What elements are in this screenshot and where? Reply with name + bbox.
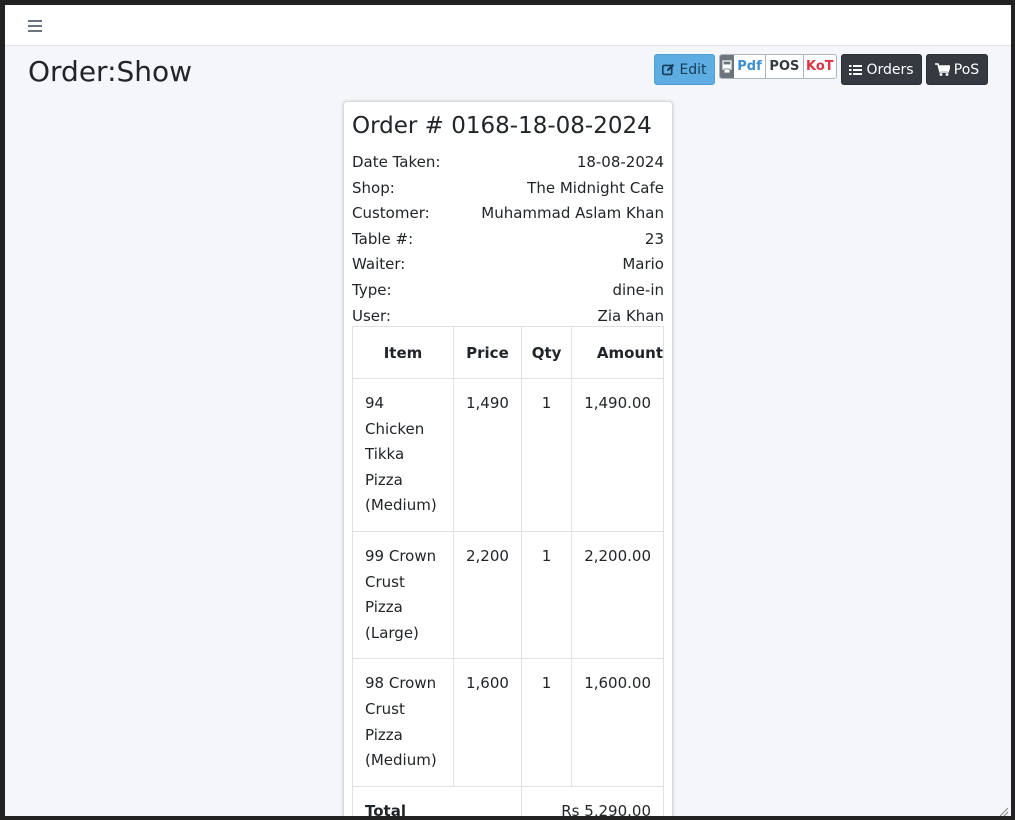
meta-value: 18-08-2024 bbox=[576, 153, 664, 171]
column-header-amount: Amount bbox=[571, 326, 664, 379]
cell-qty: 1 bbox=[520, 658, 573, 787]
print-pos-button[interactable]: POS bbox=[765, 55, 802, 78]
cell-qty: 1 bbox=[520, 530, 573, 660]
table-row: 94 Chicken Tikka Pizza (Medium) 1,490 1 … bbox=[352, 378, 664, 532]
print-kot-button[interactable]: KoT bbox=[802, 55, 836, 78]
print-button-group: Pdf POS KoT bbox=[719, 54, 837, 79]
cart-icon bbox=[934, 63, 950, 76]
cell-price: 1,600 bbox=[452, 658, 522, 787]
order-meta: Date Taken: 18-08-2024 Shop: The Midnigh… bbox=[352, 150, 664, 329]
meta-value: dine-in bbox=[612, 280, 664, 299]
meta-row-waiter: Waiter: Mario bbox=[352, 252, 664, 278]
table-total-row: Total Rs 5,290.00 bbox=[352, 785, 665, 816]
print-icon bbox=[720, 55, 734, 78]
pos-button-label: PoS bbox=[953, 61, 980, 78]
app-window: Order:Show Edit Pdf POS KoT Orders PoS O… bbox=[5, 5, 1011, 816]
orders-button[interactable]: Orders bbox=[841, 54, 922, 85]
edit-button[interactable]: Edit bbox=[654, 54, 715, 85]
meta-row-shop: Shop: The Midnight Cafe bbox=[352, 176, 664, 202]
cell-item: 98 Crown Crust Pizza (Medium) bbox=[352, 658, 454, 787]
meta-label: Customer: bbox=[352, 204, 430, 223]
page-title: Order:Show bbox=[28, 55, 193, 88]
pos-button[interactable]: PoS bbox=[926, 54, 988, 85]
cell-item: 94 Chicken Tikka Pizza (Medium) bbox=[352, 378, 454, 532]
column-header-item: Item bbox=[352, 326, 454, 379]
table-row: 99 Crown Crust Pizza (Large) 2,200 1 2,2… bbox=[352, 530, 664, 660]
total-amount: Rs 5,290.00 bbox=[520, 785, 665, 816]
column-header-price: Price bbox=[452, 326, 522, 379]
edit-icon bbox=[662, 63, 675, 76]
cell-qty: 1 bbox=[520, 378, 573, 532]
cell-amount: 1,490.00 bbox=[571, 378, 664, 532]
order-items-table: Item Price Qty Amount 94 Chicken Tikka P… bbox=[352, 326, 665, 816]
meta-row-type: Type: dine-in bbox=[352, 278, 664, 304]
meta-value: Mario bbox=[622, 255, 664, 274]
list-icon bbox=[849, 64, 863, 76]
meta-label: Table #: bbox=[352, 229, 414, 248]
table-row: 98 Crown Crust Pizza (Medium) 1,600 1 1,… bbox=[352, 658, 664, 787]
cell-price: 2,200 bbox=[452, 530, 522, 660]
print-pdf-button[interactable]: Pdf bbox=[734, 55, 765, 78]
meta-row-table: Table #: 23 bbox=[352, 227, 664, 253]
meta-label: Shop: bbox=[352, 178, 395, 197]
cell-amount: 1,600.00 bbox=[571, 658, 664, 787]
hamburger-icon[interactable] bbox=[28, 20, 42, 32]
column-header-qty: Qty bbox=[520, 326, 573, 379]
orders-button-label: Orders bbox=[866, 61, 914, 78]
cell-item: 99 Crown Crust Pizza (Large) bbox=[352, 530, 454, 660]
meta-row-customer: Customer: Muhammad Aslam Khan bbox=[352, 201, 664, 227]
meta-value: 23 bbox=[644, 229, 664, 248]
cell-price: 1,490 bbox=[452, 378, 522, 532]
meta-label: Waiter: bbox=[352, 255, 406, 274]
total-label: Total bbox=[352, 785, 522, 816]
cell-amount: 2,200.00 bbox=[571, 530, 664, 660]
order-receipt-card: Order # 0168-18-08-2024 Date Taken: 18-0… bbox=[343, 101, 673, 816]
meta-label: Date Taken: bbox=[352, 153, 441, 171]
meta-value: The Midnight Cafe bbox=[527, 178, 664, 197]
meta-value: Muhammad Aslam Khan bbox=[481, 204, 664, 223]
meta-label: Type: bbox=[352, 280, 392, 299]
resize-grip-icon[interactable] bbox=[997, 802, 1009, 816]
top-navbar bbox=[5, 5, 1011, 46]
order-number-heading: Order # 0168-18-08-2024 bbox=[352, 113, 652, 139]
table-header-row: Item Price Qty Amount bbox=[352, 326, 664, 379]
meta-row-date: Date Taken: 18-08-2024 bbox=[352, 150, 664, 176]
edit-button-label: Edit bbox=[679, 61, 707, 78]
